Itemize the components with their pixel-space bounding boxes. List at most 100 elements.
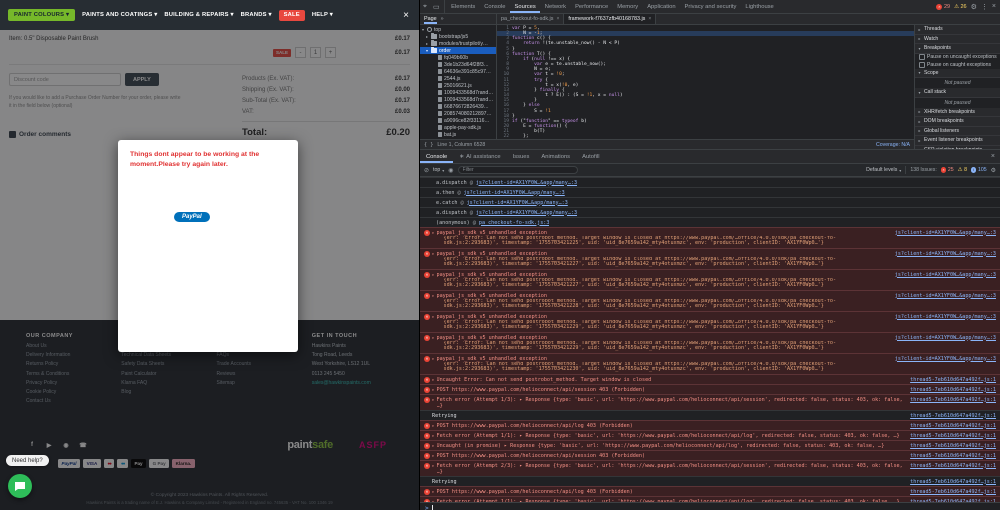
message-source-link[interactable]: js?client-id=AX1YF0W…&app/many…:3	[895, 356, 996, 362]
debugger-row[interactable]: ▾ Scope	[915, 68, 1000, 78]
expand-arrow-icon[interactable]: ▸	[432, 397, 435, 403]
file-tree-item[interactable]: 2544.js	[420, 75, 496, 82]
close-icon[interactable]: ×	[401, 10, 411, 21]
message-source-link[interactable]: js?client-id=AX1YF0W…&app/many…:3	[895, 335, 996, 341]
file-tree-item[interactable]: 3de1b23d64f28f3…	[420, 61, 496, 68]
nav-item[interactable]: PAINTS AND COATINGS ▾	[82, 12, 157, 18]
devtools-close-icon[interactable]: ×	[992, 3, 996, 10]
more-options-icon[interactable]: ⋮	[981, 3, 988, 11]
message-source-link[interactable]: js?client-id=AX1YF0W…&app/many…:3	[476, 180, 577, 186]
expand-arrow-icon[interactable]: ▸	[432, 314, 435, 320]
pretty-print-icon[interactable]: { }	[424, 142, 433, 148]
debugger-row[interactable]: ▸ CSP violation breakpoints	[915, 145, 1000, 149]
expand-arrow-icon[interactable]: ▸	[432, 335, 435, 341]
message-source-link[interactable]: thread5-7eb610d647a492f…js:1	[910, 463, 996, 469]
file-tree-item[interactable]: 1009433568d7rand…	[420, 89, 496, 96]
debugger-row[interactable]: Not paused	[915, 78, 1000, 88]
message-source-link[interactable]: pa_checkout-fo-sdk.js:3	[479, 220, 550, 226]
clear-console-icon[interactable]: ⊘	[424, 167, 429, 174]
console-prompt[interactable]: >	[420, 502, 1000, 510]
debugger-row[interactable]: ▸ Global listeners	[915, 126, 1000, 136]
file-tree-item[interactable]: 208574080212897…	[420, 110, 496, 117]
devtools-tab[interactable]: Performance	[571, 0, 613, 13]
expand-arrow-icon[interactable]: ▸	[432, 443, 435, 449]
drawer-tab[interactable]: ∗ AI assistance	[453, 150, 506, 163]
message-source-link[interactable]: js?client-id=AX1YF0W…&app/many…:3	[895, 251, 996, 257]
nav-item[interactable]: PAINT COLOURS ▾	[8, 9, 76, 21]
file-tab[interactable]: pa_checkout-fo-sdk.js ×	[497, 14, 565, 24]
message-source-link[interactable]: js?client-id=AX1YF0W…&app/many…:3	[895, 272, 996, 278]
coverage-link[interactable]: Coverage: N/A	[876, 142, 910, 148]
log-levels-dropdown[interactable]: Default levels ▾	[866, 167, 901, 173]
page-tab[interactable]: Page	[424, 14, 437, 24]
message-source-link[interactable]: js?client-id=AX1YF0W…&app/many…:3	[464, 190, 565, 196]
console-filter-input[interactable]	[457, 166, 578, 174]
debugger-row[interactable]: ▸ Watch	[915, 34, 1000, 44]
expand-arrow-icon[interactable]: ▸	[432, 293, 435, 299]
devtools-tab[interactable]: Lighthouse	[741, 0, 778, 13]
file-tree-item[interactable]: ▾ order	[420, 46, 496, 54]
debugger-row[interactable]: ▸ Event listener breakpoints	[915, 136, 1000, 146]
message-source-link[interactable]: js?client-id=AX1YF0W…&app/many…:3	[895, 230, 996, 236]
nav-item[interactable]: BRANDS ▾	[241, 12, 272, 18]
file-tree-item[interactable]: apple-pay-sdk.js	[420, 124, 496, 131]
message-source-link[interactable]: thread5-7eb610d647a492f…js:1	[910, 433, 996, 439]
drawer-tab[interactable]: Animations	[535, 150, 576, 163]
file-tab-close-icon[interactable]: ×	[556, 16, 559, 22]
expand-arrow-icon[interactable]: ▸	[432, 377, 435, 383]
chat-widget-button[interactable]	[8, 474, 32, 498]
issues-count-label[interactable]: 138 Issues:	[910, 167, 937, 173]
message-source-link[interactable]: thread5-7eb610d647a492f…js:1	[910, 377, 996, 383]
file-tree-item[interactable]: fq049b60b	[420, 54, 496, 61]
debugger-row[interactable]: Pause on uncaught exceptions	[915, 54, 1000, 62]
file-tree-item[interactable]: a9096ce82f33116…	[420, 117, 496, 124]
live-expression-eye-icon[interactable]: ◉	[448, 167, 453, 174]
code-editor[interactable]: 1 var P = 5, 2 N = -1; 3 function c() { …	[497, 25, 914, 139]
paypal-button[interactable]: PayPal	[174, 211, 210, 222]
overflow-chevron-icon[interactable]: »	[441, 16, 444, 22]
message-source-link[interactable]: js?client-id=AX1YF0W…&app/many…:3	[895, 293, 996, 299]
checkbox[interactable]	[919, 61, 925, 68]
message-source-link[interactable]: thread5-7eb610d647a492f…js:1	[910, 413, 996, 419]
drawer-tab[interactable]: Console	[420, 150, 453, 163]
file-tree-item[interactable]: 1009433568d7rand…	[420, 96, 496, 103]
debugger-row[interactable]: Pause on caught exceptions	[915, 61, 1000, 69]
file-tree-item[interactable]: 64636e391c85c97…	[420, 68, 496, 75]
message-source-link[interactable]: thread5-7eb610d647a492f…js:1	[910, 479, 996, 485]
debugger-row[interactable]: ▾ Call stack	[915, 88, 1000, 98]
message-source-link[interactable]: thread5-7eb610d647a492f…js:1	[910, 397, 996, 403]
nav-item[interactable]: BUILDING & REPAIRS ▾	[164, 12, 233, 18]
drawer-tab[interactable]: Autofill	[576, 150, 605, 163]
message-source-link[interactable]: thread5-7eb610d647a492f…js:1	[910, 489, 996, 495]
message-source-link[interactable]: thread5-7eb610d647a492f…js:1	[910, 387, 996, 393]
message-source-link[interactable]: thread5-7eb610d647a492f…js:1	[910, 443, 996, 449]
devtools-tab[interactable]: Console	[480, 0, 510, 13]
file-tree-item[interactable]: 25016621.js	[420, 82, 496, 89]
message-source-link[interactable]: js?client-id=AX1YF0W…&app/many…:3	[476, 210, 577, 216]
expand-arrow-icon[interactable]: ▸	[432, 356, 435, 362]
debugger-row[interactable]: ▸ Threads	[915, 25, 1000, 35]
devtools-tab[interactable]: Application	[643, 0, 680, 13]
message-source-link[interactable]: thread5-7eb610d647a492f…js:1	[910, 423, 996, 429]
inspect-element-icon[interactable]: ⌖	[420, 0, 430, 13]
file-tree-item[interactable]: ▸ bootstrap/js5	[420, 32, 496, 40]
message-source-link[interactable]: thread5-7eb610d647a492f…js:1	[910, 453, 996, 459]
file-tab[interactable]: framework-f7637zfb40168783.js ×	[564, 14, 657, 24]
warning-badge[interactable]: ⚠ 26	[954, 4, 967, 10]
debugger-row[interactable]: ▸ XHR/fetch breakpoints	[915, 107, 1000, 117]
drawer-tab[interactable]: Issues	[507, 150, 536, 163]
expand-arrow-icon[interactable]: ▸	[432, 463, 435, 469]
file-tree-item[interactable]: 66876672826439…	[420, 103, 496, 110]
devtools-tab[interactable]: Sources	[510, 0, 540, 13]
expand-arrow-icon[interactable]: ▸	[432, 489, 435, 495]
message-source-link[interactable]: js?client-id=AX1YF0W…&app/many…:3	[895, 314, 996, 320]
file-tree-item[interactable]: ▾ top	[420, 26, 496, 33]
devtools-tab[interactable]: Network	[540, 0, 570, 13]
expand-arrow-icon[interactable]: ▸	[432, 272, 435, 278]
debugger-row[interactable]: Not paused	[915, 98, 1000, 108]
devtools-tab[interactable]: Memory	[613, 0, 643, 13]
file-tree-item[interactable]: ▸ modules/trustpilot/y…	[420, 39, 496, 47]
settings-gear-icon[interactable]: ⚙	[971, 3, 977, 11]
checkbox[interactable]	[919, 54, 925, 61]
expand-arrow-icon[interactable]: ▸	[432, 423, 435, 429]
